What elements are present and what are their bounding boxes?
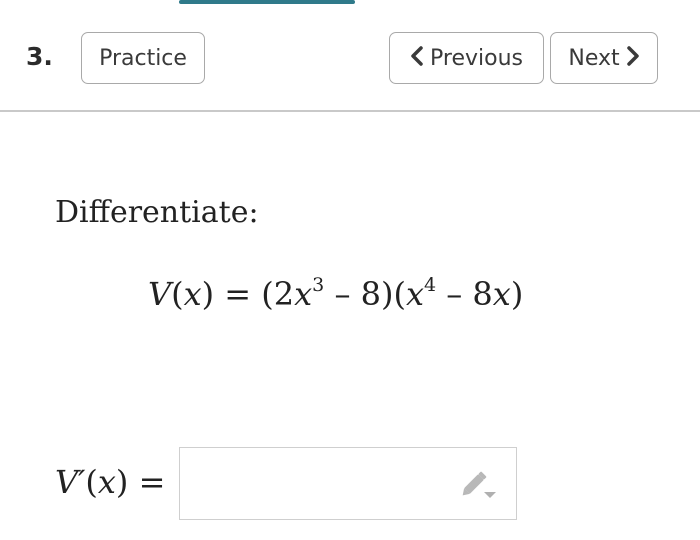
answer-label: V′(x) = bbox=[55, 463, 166, 501]
answer-input[interactable] bbox=[179, 447, 517, 520]
question-header: 3. Practice Previous Next bbox=[0, 0, 700, 112]
eq-variable: x bbox=[405, 275, 424, 313]
practice-button[interactable]: Practice bbox=[81, 32, 205, 84]
factor2-coefficient: 8 bbox=[472, 275, 493, 313]
eq-equals: = bbox=[224, 275, 252, 313]
answer-equals: = bbox=[138, 463, 166, 501]
eq-minus: – bbox=[446, 275, 463, 313]
problem-prompt: Differentiate: bbox=[55, 195, 259, 230]
practice-label: Practice bbox=[99, 45, 187, 71]
answer-variable: x bbox=[97, 463, 116, 501]
eq-minus: – bbox=[334, 275, 351, 313]
next-button[interactable]: Next bbox=[550, 32, 658, 84]
problem-equation: V(x) = (2x3 – 8)(x4 – 8x) bbox=[148, 274, 524, 313]
factor1-coefficient: 2 bbox=[273, 275, 295, 313]
eq-variable: x bbox=[183, 275, 202, 313]
derivative-name: V′ bbox=[55, 463, 86, 501]
factor1-constant: 8 bbox=[360, 275, 381, 313]
next-label: Next bbox=[568, 45, 620, 71]
chevron-left-icon bbox=[410, 46, 424, 70]
factor1-exponent: 3 bbox=[312, 274, 325, 296]
function-name: V bbox=[148, 275, 172, 313]
pencil-dropdown-icon[interactable] bbox=[462, 470, 498, 500]
eq-variable: x bbox=[492, 275, 511, 313]
question-number: 3. bbox=[26, 42, 53, 71]
previous-button[interactable]: Previous bbox=[389, 32, 544, 84]
eq-variable: x bbox=[294, 275, 313, 313]
factor2-exponent: 4 bbox=[423, 274, 437, 296]
previous-label: Previous bbox=[430, 45, 523, 71]
chevron-right-icon bbox=[626, 46, 640, 70]
